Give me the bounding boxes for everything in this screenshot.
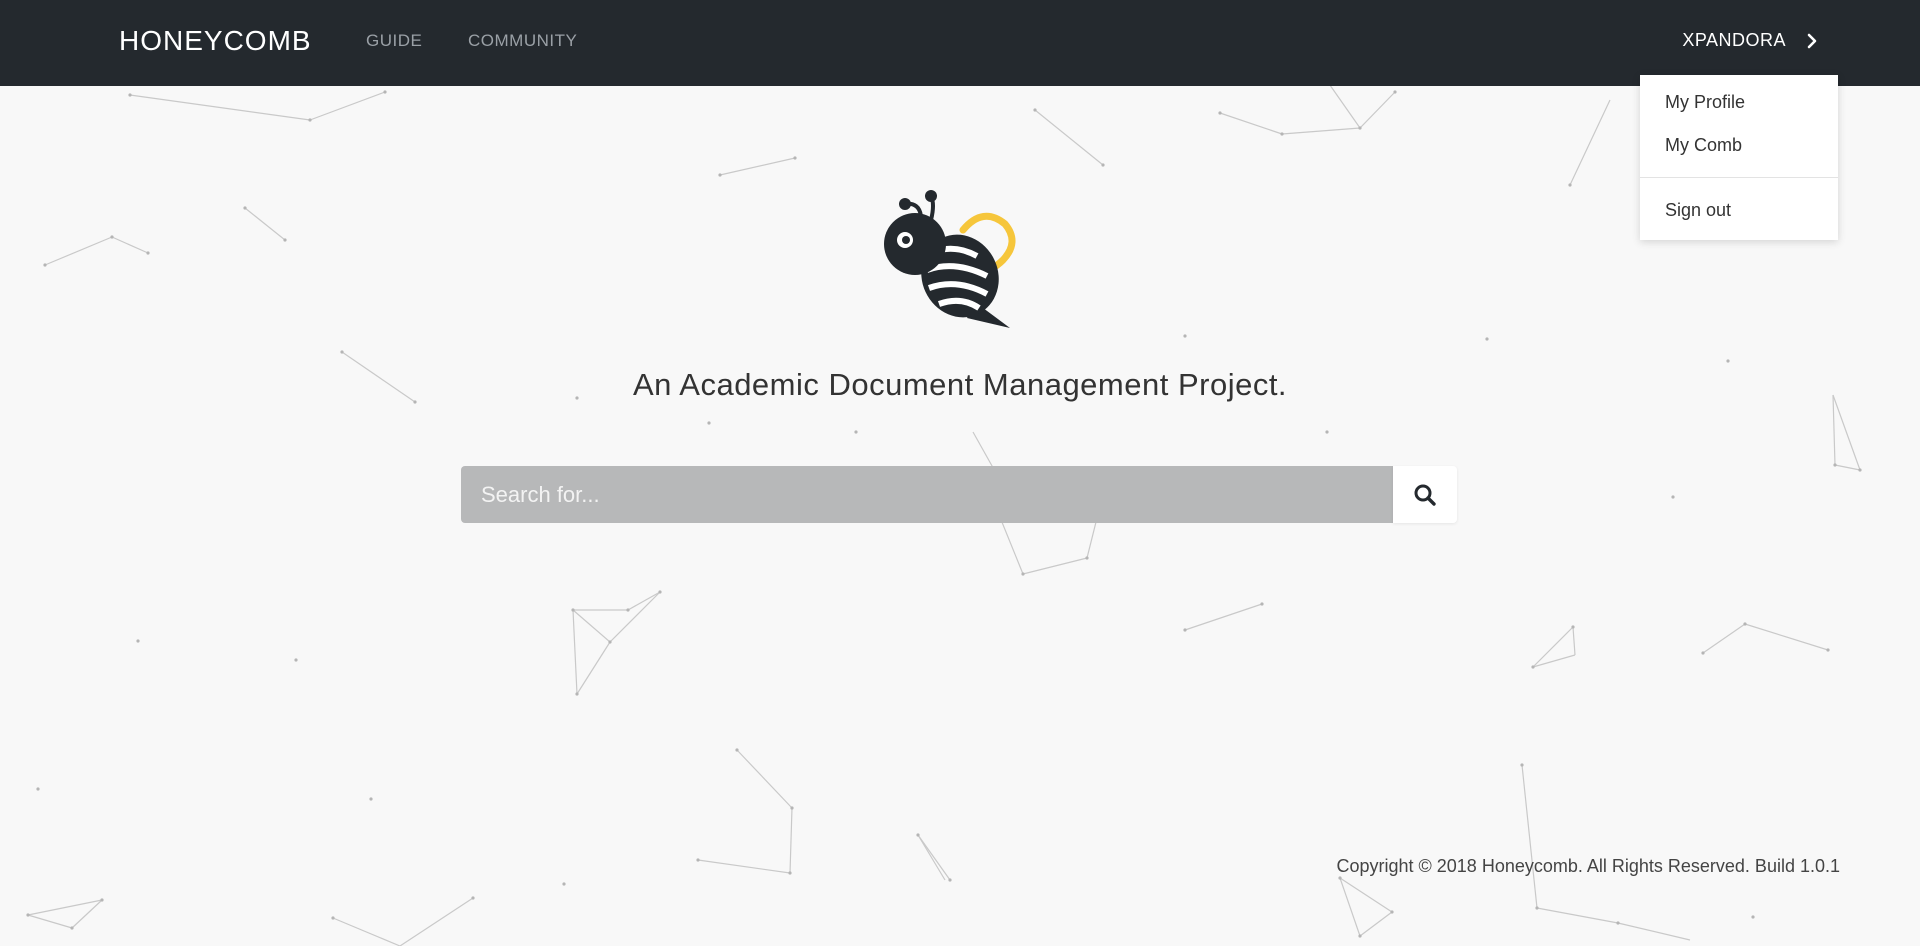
menu-item-sign-out[interactable]: Sign out [1665,200,1731,221]
footer-copyright: Copyright © 2018 Honeycomb. All Rights R… [1336,856,1840,876]
search-button[interactable] [1393,466,1457,523]
user-dropdown-menu: My Profile My Comb Sign out [1640,75,1838,240]
nav-link-guide[interactable]: GUIDE [366,31,422,51]
bee-logo [884,190,1016,328]
menu-item-my-profile[interactable]: My Profile [1665,92,1745,113]
page: HONEYCOMB GUIDE COMMUNITY XPANDORA My Pr… [0,0,1920,946]
menu-item-my-comb[interactable]: My Comb [1665,135,1742,156]
top-navbar: HONEYCOMB GUIDE COMMUNITY XPANDORA [0,0,1920,86]
hero-tagline: An Academic Document Management Project. [632,367,1288,402]
username-label: XPANDORA [1682,30,1786,50]
menu-divider [1640,177,1838,178]
user-menu-toggle[interactable]: XPANDORA [1682,30,1820,51]
chevron-right-icon [1807,33,1817,48]
nav-link-community[interactable]: COMMUNITY [468,31,577,51]
search-input[interactable] [461,466,1393,523]
search-icon [1414,484,1436,506]
brand-logo-link[interactable]: HONEYCOMB [119,25,312,57]
